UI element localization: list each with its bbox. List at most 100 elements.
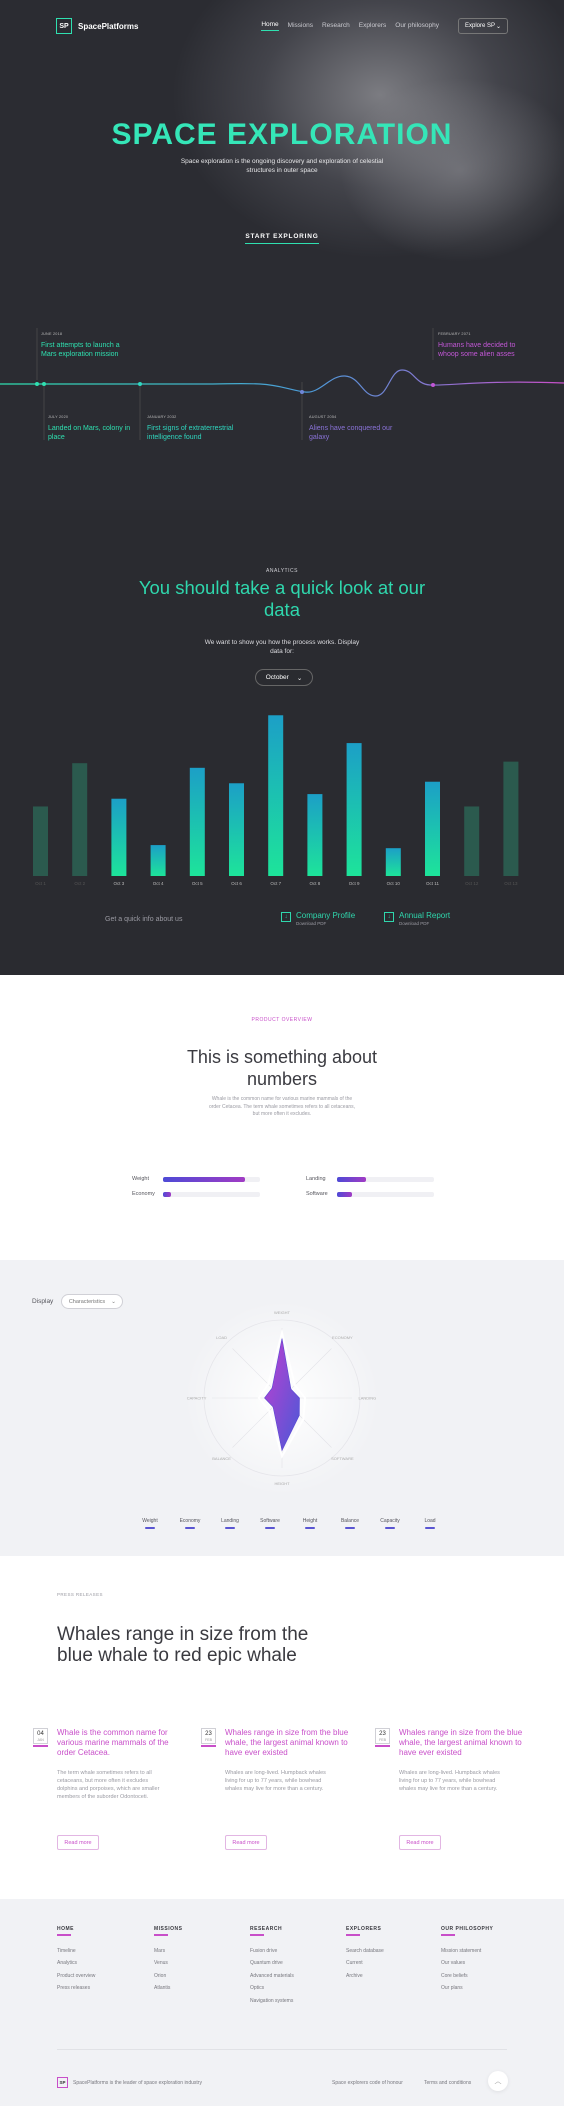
explore-dropdown[interactable]: Explore SP ⌄: [458, 18, 508, 34]
footer-link[interactable]: Fusion drive: [250, 1948, 330, 1954]
timeline-text: Humans have decided to whoop some alien …: [438, 342, 516, 358]
footer-link[interactable]: Current: [346, 1960, 426, 1966]
chart-bar[interactable]: [503, 761, 519, 876]
footer-link[interactable]: Optics: [250, 1985, 330, 1991]
chart-bar[interactable]: [385, 848, 401, 876]
radar-legend-item[interactable]: Capacity: [370, 1518, 410, 1529]
radar-legend-item[interactable]: Load: [410, 1518, 450, 1529]
timeline-dot[interactable]: [35, 382, 39, 386]
timeline-event[interactable]: AUGUST 2054 Aliens have conquered our ga…: [309, 413, 399, 442]
footer-column-home: HOME Timeline Analytics Product overview…: [57, 1926, 137, 1998]
radar-legend-item[interactable]: Economy: [170, 1518, 210, 1529]
nav-link-home[interactable]: Home: [261, 21, 279, 31]
annual-report-download[interactable]: ↓ Annual Report Download PDF: [384, 911, 450, 926]
chart-bar[interactable]: [346, 743, 362, 876]
nav-link-research[interactable]: Research: [322, 22, 350, 31]
card-accent-line: [375, 1745, 390, 1747]
card-title[interactable]: Whales range in size from the blue whale…: [225, 1728, 350, 1758]
timeline-dot[interactable]: [300, 390, 304, 394]
characteristics-select[interactable]: Characteristics ⌄: [61, 1294, 124, 1309]
footer-link[interactable]: Quantum drive: [250, 1960, 330, 1966]
footer-heading: EXPLORERS: [346, 1926, 382, 1932]
footer-logo-icon[interactable]: SP: [57, 2077, 68, 2088]
card-text: Whales are long-lived. Humpback whales l…: [399, 1770, 500, 1792]
chart-bar[interactable]: [307, 794, 323, 876]
footer-link[interactable]: Search database: [346, 1948, 426, 1954]
chart-bar[interactable]: [72, 763, 88, 876]
footer-column-research: RESEARCH Fusion drive Quantum drive Adva…: [250, 1926, 330, 2010]
radar-legend-item[interactable]: Height: [290, 1518, 330, 1529]
footer-link[interactable]: Analytics: [57, 1960, 137, 1966]
download-icon: ↓: [384, 912, 394, 922]
timeline-date: FEBRUARY 2071: [438, 332, 471, 336]
timeline-event[interactable]: FEBRUARY 2071 Humans have decided to who…: [438, 330, 528, 359]
footer-link[interactable]: Mars: [154, 1948, 234, 1954]
nav-link-missions[interactable]: Missions: [288, 22, 313, 31]
radar-legend-item[interactable]: Balance: [330, 1518, 370, 1529]
quick-info-text: Get a quick info about us: [105, 916, 183, 923]
brand-name[interactable]: SpacePlatforms: [78, 22, 138, 31]
timeline-event[interactable]: JULY 2020 Landed on Mars, colony in plac…: [48, 413, 136, 442]
product-overview-section: PRODUCT OVERVIEW This is something about…: [0, 975, 564, 1260]
read-more-button[interactable]: Read more: [57, 1835, 99, 1850]
logo-icon[interactable]: SP: [56, 18, 72, 34]
card-title[interactable]: Whale is the common name for various mar…: [57, 1728, 182, 1758]
footer-heading: OUR PHILOSOPHY: [441, 1926, 494, 1932]
card-month: JAN: [37, 1738, 44, 1742]
footer-link[interactable]: Mission statement: [441, 1948, 521, 1954]
chart-bar[interactable]: [111, 798, 127, 876]
nav-link-explorers[interactable]: Explorers: [359, 22, 386, 31]
chart-tick-label: Oct 1: [35, 881, 46, 886]
chart-tick-label: Oct 6: [231, 881, 242, 886]
timeline-dot[interactable]: [42, 382, 46, 386]
chart-bar[interactable]: [150, 845, 166, 876]
chart-bar[interactable]: [425, 781, 440, 876]
start-exploring-link[interactable]: START EXPLORING: [0, 225, 564, 244]
radar-legend-item[interactable]: Software: [250, 1518, 290, 1529]
footer-link[interactable]: Orion: [154, 1973, 234, 1979]
radar-axis-label: LOAD: [216, 1335, 227, 1340]
card-month: FEB: [205, 1738, 212, 1742]
chart-bar[interactable]: [33, 806, 48, 876]
footer-link[interactable]: Our plans: [441, 1985, 521, 1991]
start-exploring-label[interactable]: START EXPLORING: [245, 233, 319, 244]
footer-brand: SP SpacePlatforms is the leader of space…: [57, 2077, 202, 2088]
company-profile-download[interactable]: ↓ Company Profile Download PDF: [281, 911, 355, 926]
radar-legend-label: Economy: [179, 1518, 201, 1524]
scroll-to-top-button[interactable]: ︿: [488, 2071, 508, 2091]
radar-legend-marker: [305, 1527, 315, 1529]
chart-bar[interactable]: [464, 806, 480, 876]
radar-legend-item[interactable]: Landing: [210, 1518, 250, 1529]
timeline-dot[interactable]: [138, 382, 142, 386]
footer-link[interactable]: Venus: [154, 1960, 234, 1966]
radar-legend-item[interactable]: Weight: [130, 1518, 170, 1529]
footer-link[interactable]: Navigation systems: [250, 1998, 330, 2004]
terms-link[interactable]: Terms and conditions: [424, 2080, 471, 2086]
footer-link[interactable]: Timeline: [57, 1948, 137, 1954]
month-select[interactable]: October ⌄: [255, 669, 313, 686]
analytics-title: You should take a quick look at our data: [138, 577, 426, 620]
chart-bar[interactable]: [189, 767, 205, 876]
footer-link[interactable]: Atlantis: [154, 1985, 234, 1991]
card-day: 23: [379, 1731, 386, 1737]
radar-axis-label: CAPACITY: [187, 1396, 207, 1401]
stat-bar-weight: Weight: [132, 1176, 260, 1182]
footer-link[interactable]: Advanced materials: [250, 1973, 330, 1979]
timeline-event[interactable]: JANUARY 2032 First signs of extraterrest…: [147, 413, 257, 442]
code-of-honour-link[interactable]: Space explorers code of honour: [332, 2080, 403, 2086]
footer-link[interactable]: Archive: [346, 1973, 426, 1979]
nav-link-philosophy[interactable]: Our philosophy: [395, 22, 439, 31]
read-more-button[interactable]: Read more: [399, 1835, 441, 1850]
chevron-down-icon: ⌄: [495, 23, 501, 30]
footer-link[interactable]: Core beliefs: [441, 1973, 521, 1979]
timeline-date: JANUARY 2032: [147, 415, 177, 419]
card-title[interactable]: Whales range in size from the blue whale…: [399, 1728, 524, 1758]
read-more-button[interactable]: Read more: [225, 1835, 267, 1850]
timeline-event[interactable]: JUNE 2018 First attempts to launch a Mar…: [41, 330, 131, 359]
footer-link[interactable]: Our values: [441, 1960, 521, 1966]
chart-bar[interactable]: [229, 783, 244, 876]
footer-link[interactable]: Product overview: [57, 1973, 137, 1979]
footer-link[interactable]: Press releases: [57, 1985, 137, 1991]
chart-bar[interactable]: [268, 715, 284, 876]
timeline-dot[interactable]: [431, 383, 435, 387]
